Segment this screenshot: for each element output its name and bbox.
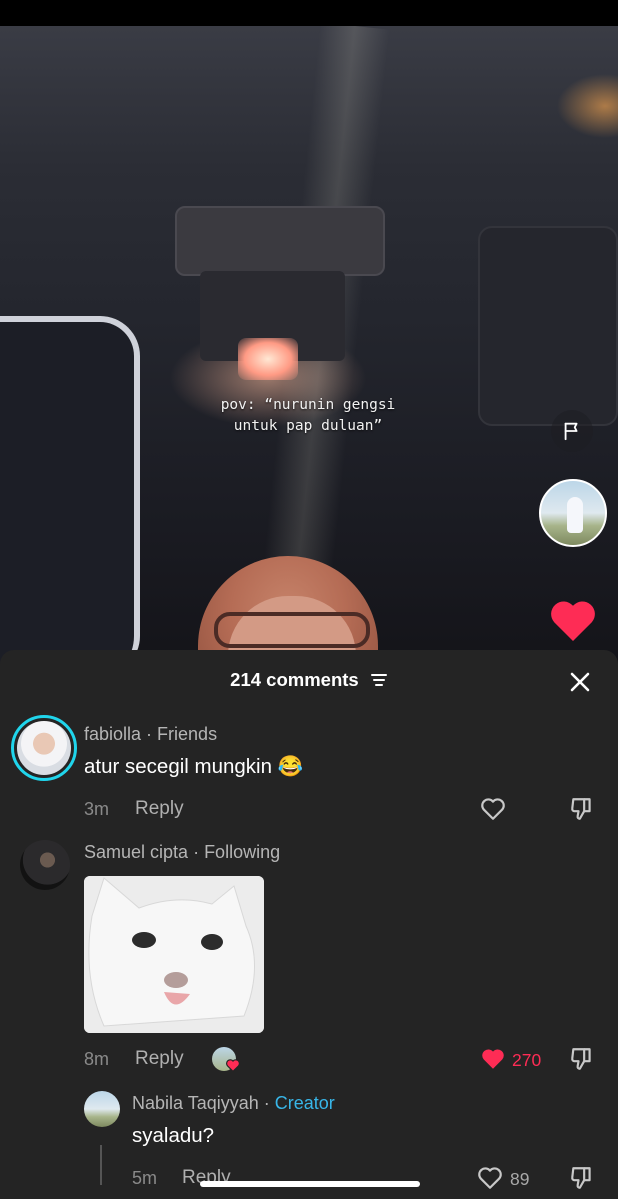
like-count: 89: [510, 1169, 530, 1189]
comment-username[interactable]: Nabila Taqiyyah: [132, 1093, 259, 1113]
heart-icon: [551, 601, 595, 641]
small-heart-icon: [226, 1059, 240, 1072]
flag-icon: [564, 422, 578, 441]
dislike-button[interactable]: [567, 794, 597, 824]
dislike-icon: [571, 1167, 591, 1189]
comment-text: atur secegil mungkin 😂: [84, 755, 304, 778]
commenter-avatar[interactable]: [84, 1091, 120, 1127]
cat-sticker-image: [84, 876, 264, 1033]
comments-sheet: 214 comments fabiolla · Friends atur sec…: [0, 650, 618, 1199]
dislike-button[interactable]: [567, 1163, 597, 1193]
report-button[interactable]: [551, 410, 593, 452]
relation-label: Friends: [157, 724, 218, 744]
reply-button[interactable]: Reply: [135, 798, 184, 820]
comment-time: 8m: [84, 1049, 110, 1069]
heart-outline-icon: [481, 798, 505, 820]
commenter-avatar[interactable]: [11, 715, 77, 781]
sort-icon[interactable]: [370, 672, 388, 688]
relation-label: Following: [204, 842, 281, 862]
thread-line: [100, 1145, 102, 1185]
cabin-light: [238, 338, 298, 380]
close-icon: [570, 672, 590, 692]
person-glasses: [214, 612, 370, 648]
car-visor: [175, 206, 385, 276]
comments-title-wrap[interactable]: 214 comments: [0, 669, 618, 691]
commenter-avatar[interactable]: [20, 840, 70, 890]
comment-username-line[interactable]: fabiolla · Friends: [84, 724, 217, 745]
comment-like-button[interactable]: [475, 1163, 505, 1193]
home-indicator[interactable]: [200, 1181, 420, 1187]
heart-filled-icon: [482, 1049, 504, 1069]
comment-username-line[interactable]: Nabila Taqiyyah · Creator: [132, 1093, 335, 1114]
liked-by-creator-badge: [212, 1047, 240, 1072]
cat-sticker[interactable]: [84, 876, 264, 1033]
video-like-button[interactable]: [549, 597, 597, 643]
creator-avatar[interactable]: [539, 479, 607, 547]
dislike-icon: [571, 1048, 591, 1070]
dislike-icon: [571, 798, 591, 820]
comments-header: 214 comments: [0, 650, 618, 712]
reply-button[interactable]: Reply: [135, 1048, 184, 1070]
comment-username[interactable]: Samuel cipta: [84, 842, 188, 862]
creator-label: Creator: [274, 1093, 335, 1113]
dislike-button[interactable]: [567, 1044, 597, 1074]
comment-like-button[interactable]: [478, 794, 508, 824]
comment-username[interactable]: fabiolla: [84, 724, 141, 744]
video-player[interactable]: [0, 26, 618, 666]
close-button[interactable]: [566, 668, 594, 696]
comment-username-line[interactable]: Samuel cipta · Following: [84, 842, 280, 863]
comment-like-button[interactable]: [478, 1044, 508, 1074]
like-count: 270: [512, 1050, 542, 1070]
video-caption: pov: “nurunin gengsi untuk pap duluan”: [220, 397, 396, 434]
car-window: [0, 316, 140, 666]
overhead-console: [478, 226, 618, 426]
heart-outline-icon: [478, 1167, 502, 1189]
comment-time: 5m: [132, 1168, 158, 1188]
comment-text: syaladu?: [132, 1124, 215, 1147]
comments-count-title: 214 comments: [230, 669, 359, 690]
creator-figure: [567, 497, 583, 533]
comment-time: 3m: [84, 799, 110, 819]
